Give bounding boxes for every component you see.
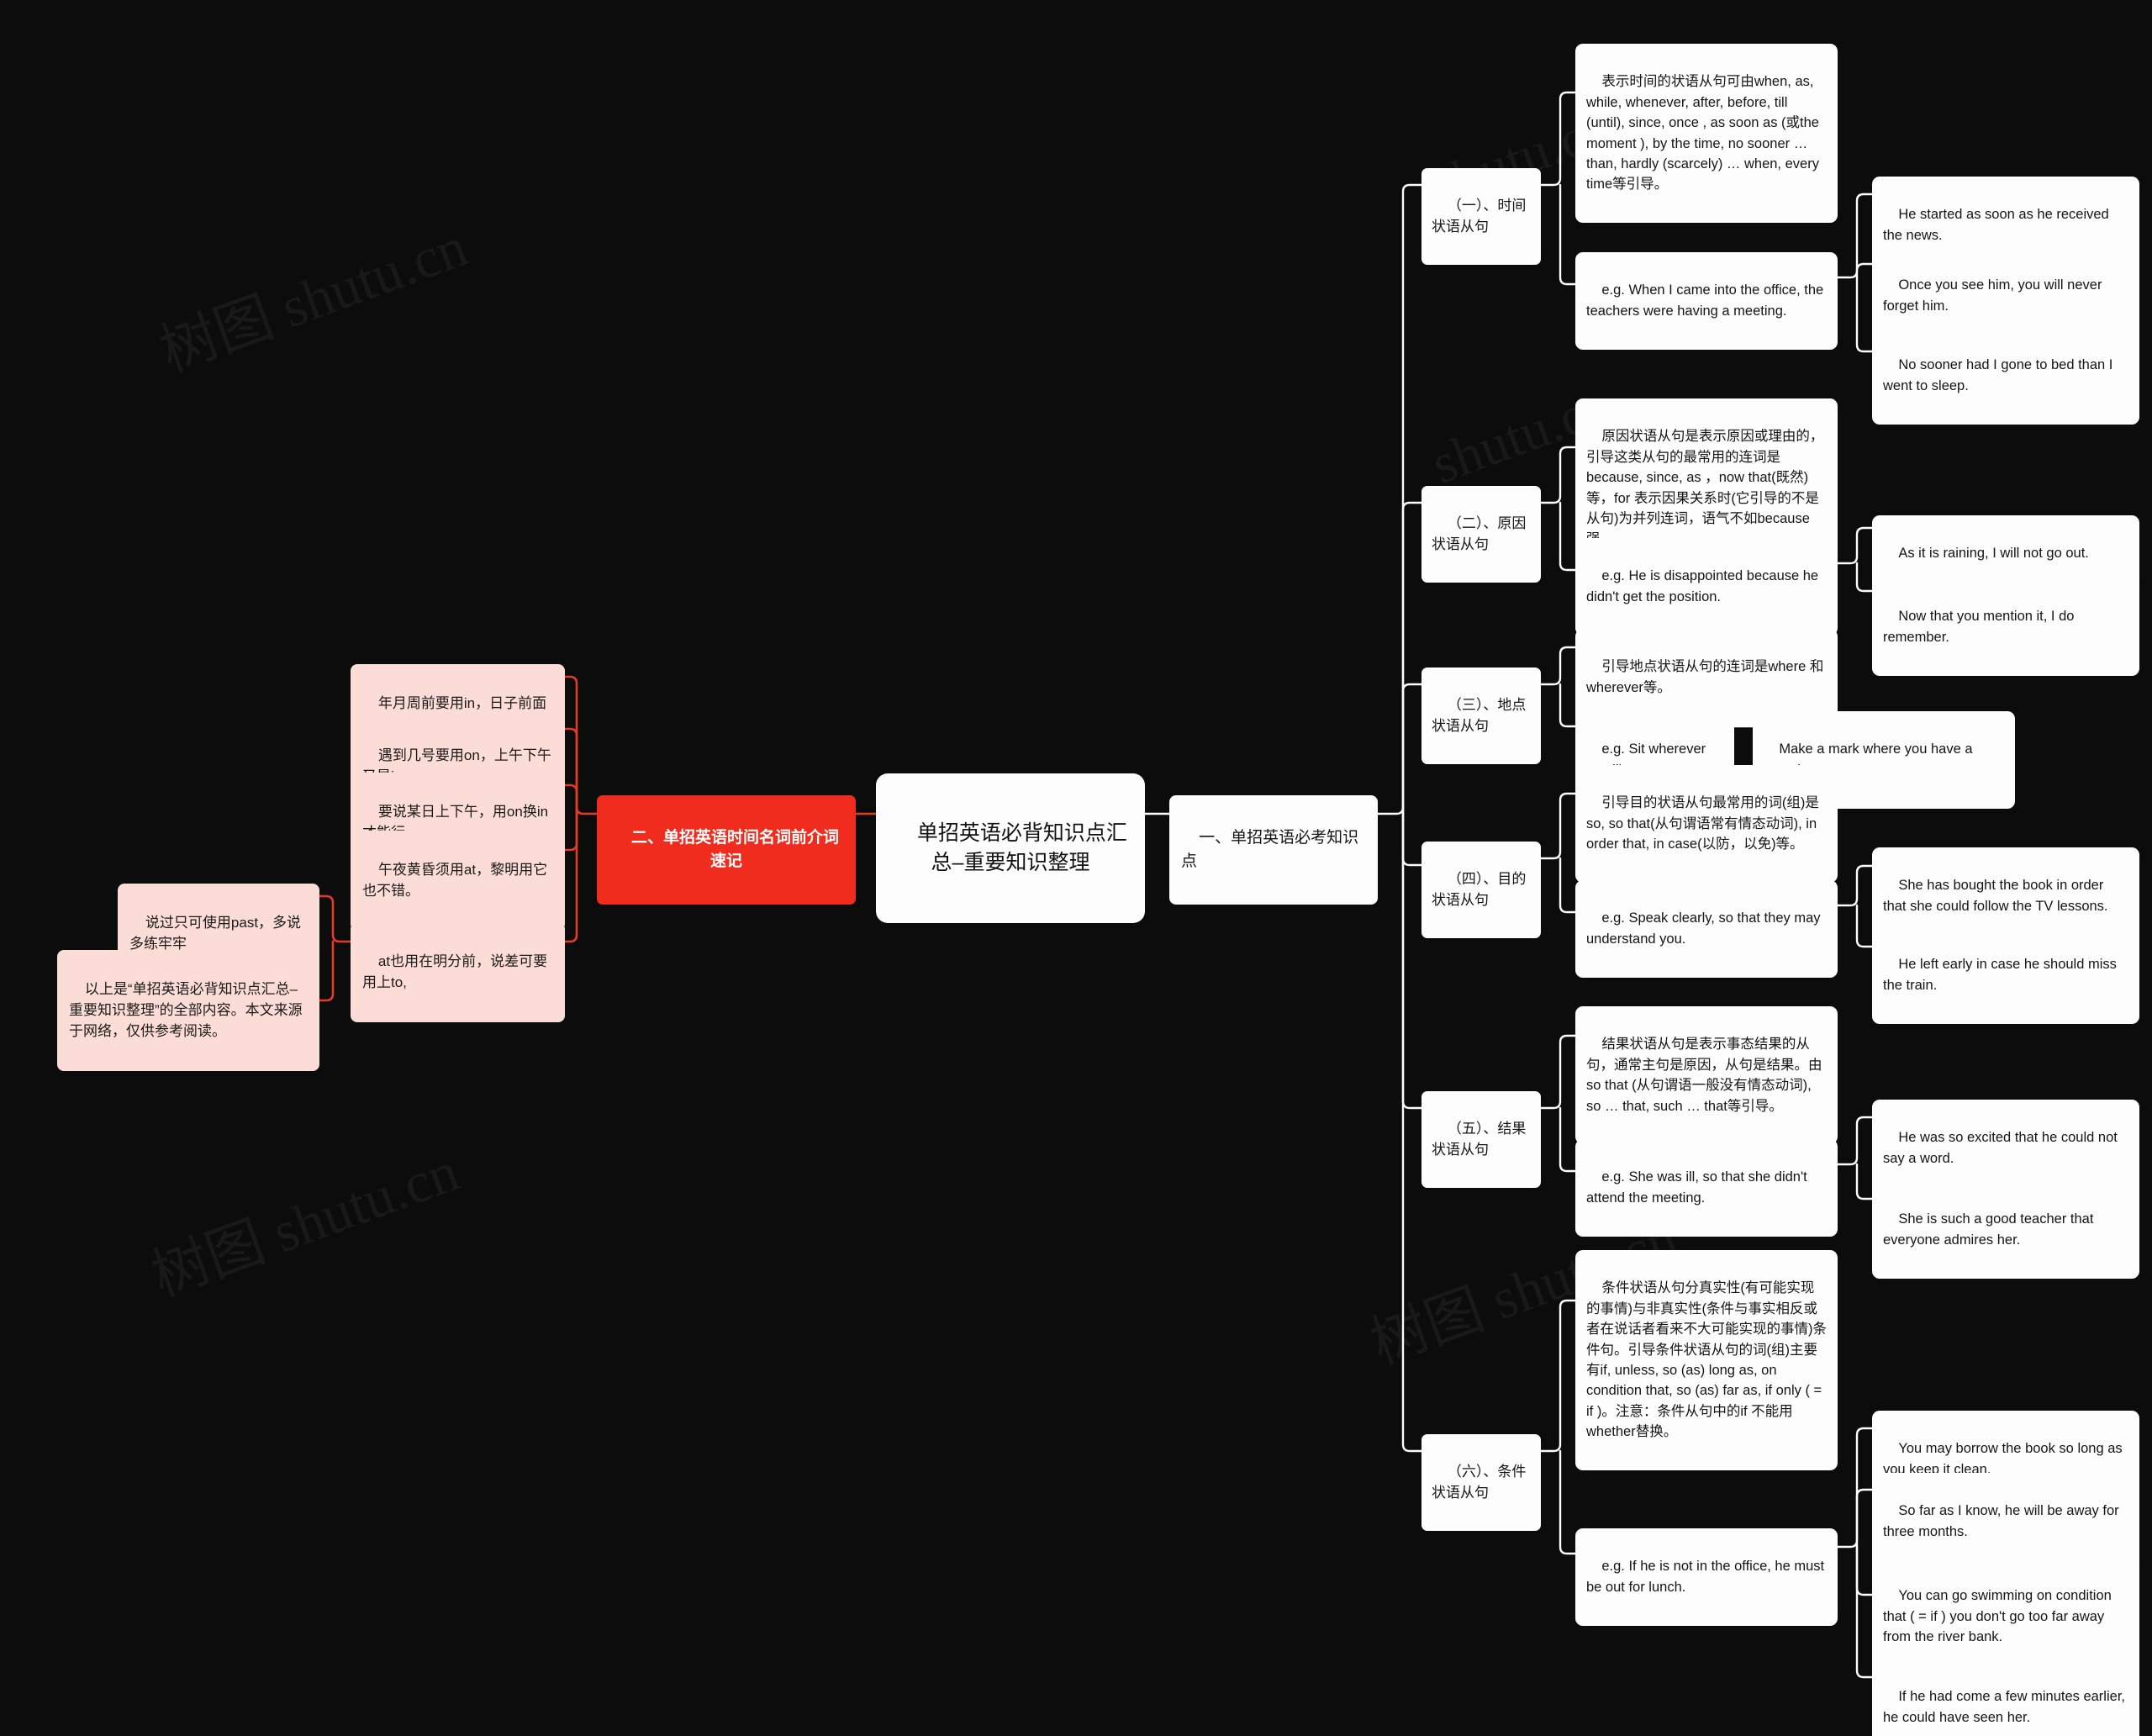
category-1-example[interactable]: e.g. When I came into the office, the te… [1575,252,1838,350]
category-label-1[interactable]: （一）、时间状语从句 [1421,168,1541,265]
category-6-leaf[interactable]: If he had come a few minutes earlier, he… [1872,1659,2139,1736]
category-1-description-text: 表示时间的状语从句可由when, as, while, whenever, af… [1586,74,1823,193]
category-1-leaf[interactable]: No sooner had I gone to bed than I went … [1872,327,2139,425]
category-1-text: （一）、时间状语从句 [1432,198,1527,235]
branch-right-label[interactable]: 一、单招英语必考知识点 [1169,795,1378,905]
mindmap-canvas: 树图 shutu.cn 树图 shutu.cn 树图 shutu.cn shut… [0,0,2152,1736]
category-5-example[interactable]: e.g. She was ill, so that she didn't att… [1575,1139,1838,1237]
category-1-leaf-text: He started as soon as he received the ne… [1883,207,2113,243]
category-5-text: （五）、结果状语从句 [1432,1121,1527,1158]
left-subitem-text: 说过只可使用past，多说多练牢牢 [129,915,302,952]
category-2-example-text: e.g. He is disappointed because he didn'… [1586,568,1822,604]
category-6-leaf-text: If he had come a few minutes earlier, he… [1883,1689,2129,1725]
category-5-leaf-text: He was so excited that he could not say … [1883,1130,2122,1166]
category-1-example-text: e.g. When I came into the office, the te… [1586,282,1828,319]
category-6-leaf-text: So far as I know, he will be away for th… [1883,1503,2123,1539]
category-label-4[interactable]: （四）、目的状语从句 [1421,842,1541,938]
category-6-leaf-text: You may borrow the book so long as you k… [1883,1441,2127,1477]
category-4-description-text: 引导目的状语从句最常用的词(组)是so, so that(从句谓语常有情态动词)… [1586,795,1821,852]
category-6-description[interactable]: 条件状语从句分真实性(有可能实现的事情)与非真实性(条件与事实相反或者在说话者看… [1575,1250,1838,1471]
root-title: 单招英语必背知识点汇总–重要知识整理 [916,821,1127,875]
category-2-example[interactable]: e.g. He is disappointed because he didn'… [1575,538,1838,636]
category-5-leaf-text: She is such a good teacher that everyone… [1883,1211,2098,1248]
category-6-example[interactable]: e.g. If he is not in the office, he must… [1575,1528,1838,1626]
category-2-leaf-text: As it is raining, I will not go out. [1898,546,2089,562]
category-4-text: （四）、目的状语从句 [1432,871,1527,909]
category-label-6[interactable]: （六）、条件状语从句 [1421,1434,1541,1531]
category-5-description[interactable]: 结果状语从句是表示事态结果的从句，通常主句是原因，从句是结果。由so that … [1575,1006,1838,1145]
category-1-leaf-text: No sooner had I gone to bed than I went … [1883,357,2117,393]
category-label-2[interactable]: （二）、原因状语从句 [1421,486,1541,583]
category-6-leaf[interactable]: So far as I know, he will be away for th… [1872,1473,2139,1570]
category-4-leaf-text: She has bought the book in order that sh… [1883,878,2108,914]
category-6-text: （六）、条件状语从句 [1432,1464,1527,1501]
category-6-example-text: e.g. If he is not in the office, he must… [1586,1559,1828,1595]
left-item-text: at也用在明分前，说差可要用上to, [362,953,548,991]
category-4-leaf[interactable]: He left early in case he should miss the… [1872,926,2139,1024]
category-4-description[interactable]: 引导目的状语从句最常用的词(组)是so, so that(从句谓语常有情态动词)… [1575,765,1838,884]
category-1-leaf-text: Once you see him, you will never forget … [1883,277,2107,314]
category-4-leaf-text: He left early in case he should miss the… [1883,957,2121,993]
category-2-text: （二）、原因状语从句 [1432,515,1527,553]
root-node[interactable]: 单招英语必背知识点汇总–重要知识整理 [876,773,1145,923]
left-item-text: 午夜黄昏须用at，黎明用它也不错。 [362,862,548,900]
category-label-3[interactable]: （三）、地点状语从句 [1421,667,1541,764]
category-6-description-text: 条件状语从句分真实性(有可能实现的事情)与非真实性(条件与事实相反或者在说话者看… [1586,1280,1827,1440]
branch-left-label-text: 二、单招英语时间名词前介词速记 [631,829,840,871]
category-5-description-text: 结果状语从句是表示事态结果的从句，通常主句是原因，从句是结果。由so that … [1586,1037,1822,1114]
left-subitem[interactable]: 以上是“单招英语必背知识点汇总–重要知识整理”的全部内容。本文来源于网络，仅供参… [57,950,319,1071]
category-2-leaf-text: Now that you mention it, I do remember. [1883,609,2079,645]
category-1-description[interactable]: 表示时间的状语从句可由when, as, while, whenever, af… [1575,44,1838,224]
category-5-leaf[interactable]: She is such a good teacher that everyone… [1872,1181,2139,1279]
category-3-text: （三）、地点状语从句 [1432,697,1527,735]
category-2-description-text: 原因状语从句是表示原因或理由的，引导这类从句的最常用的连词是because, s… [1586,429,1824,546]
left-item[interactable]: at也用在明分前，说差可要用上to, [351,922,565,1022]
category-5-example-text: e.g. She was ill, so that she didn't att… [1586,1169,1812,1206]
category-2-leaf[interactable]: Now that you mention it, I do remember. [1872,578,2139,676]
left-item[interactable]: 午夜黄昏须用at，黎明用它也不错。 [351,831,565,931]
category-6-leaf-text: You can go swimming on condition that ( … [1883,1588,2116,1645]
left-subitem-text: 以上是“单招英语必背知识点汇总–重要知识整理”的全部内容。本文来源于网络，仅供参… [69,981,303,1040]
category-label-5[interactable]: （五）、结果状语从句 [1421,1091,1541,1188]
category-3-description-text: 引导地点状语从句的连词是where 和wherever等。 [1586,659,1824,695]
branch-right-label-text: 一、单招英语必考知识点 [1181,829,1359,871]
branch-left-label[interactable]: 二、单招英语时间名词前介词速记 [597,795,856,905]
category-4-example[interactable]: e.g. Speak clearly, so that they may und… [1575,880,1838,978]
category-4-example-text: e.g. Speak clearly, so that they may und… [1586,910,1825,947]
